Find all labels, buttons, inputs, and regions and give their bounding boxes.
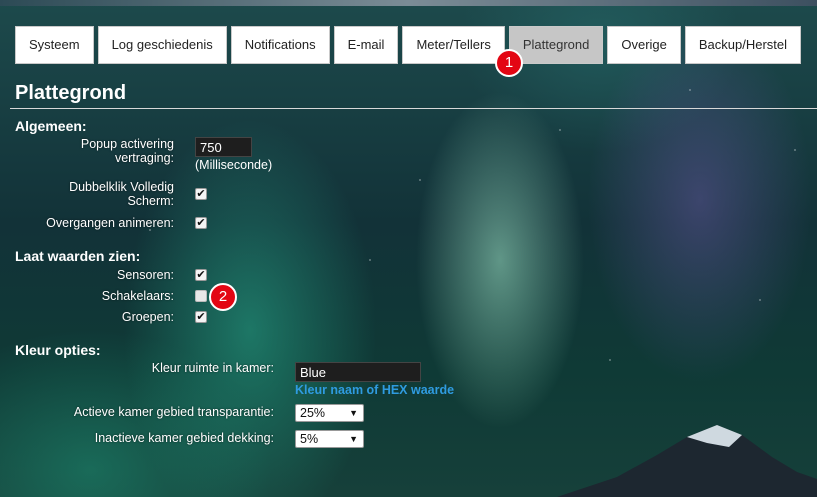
mountain-silhouette xyxy=(557,425,817,497)
section-title-color-options: Kleur opties: xyxy=(15,342,101,358)
groups-label: Groepen: xyxy=(121,310,174,324)
popup-delay-label: Popup activering vertraging: xyxy=(80,137,174,165)
title-divider xyxy=(10,108,817,109)
popup-delay-unit: (Milliseconde) xyxy=(195,158,273,172)
room-color-hint: Kleur naam of HEX waarde xyxy=(295,383,455,397)
switches-label: Schakelaars: xyxy=(101,289,174,303)
tab-log-geschiedenis[interactable]: Log geschiedenis xyxy=(97,26,227,64)
sensors-checkbox[interactable]: ✔ xyxy=(195,269,207,281)
tab-meter-tellers[interactable]: Meter/Tellers xyxy=(402,26,505,64)
tab-notifications[interactable]: Notifications xyxy=(230,26,330,64)
tab-systeem[interactable]: Systeem xyxy=(15,26,94,64)
dropdown-arrow-icon: ▼ xyxy=(349,434,358,444)
tab-backup-herstel[interactable]: Backup/Herstel xyxy=(684,26,802,64)
active-transparency-label: Actieve kamer gebied transparantie: xyxy=(73,405,274,419)
dropdown-arrow-icon: ▼ xyxy=(349,408,358,418)
room-color-input[interactable] xyxy=(295,362,421,382)
animate-transitions-label: Overgangen animeren: xyxy=(46,216,174,230)
fullscreen-dblclick-label: Dubbelklik Volledig Scherm: xyxy=(69,180,174,208)
annotation-badge-2: 2 xyxy=(209,283,237,311)
room-color-label: Kleur ruimte in kamer: xyxy=(151,361,274,375)
window-top-strip xyxy=(0,0,817,6)
groups-checkbox[interactable]: ✔ xyxy=(195,311,207,323)
switches-checkbox[interactable] xyxy=(195,290,207,302)
sensors-label: Sensoren: xyxy=(117,268,174,282)
popup-delay-input[interactable] xyxy=(195,137,252,157)
section-title-general: Algemeen: xyxy=(15,118,87,134)
inactive-coverage-select[interactable]: 5% ▼ xyxy=(295,430,364,448)
tab-plattegrond[interactable]: Plattegrond xyxy=(508,26,604,64)
page-title: Plattegrond xyxy=(15,82,127,104)
tab-overige[interactable]: Overige xyxy=(607,26,681,64)
settings-tab-bar: Systeem Log geschiedenis Notifications E… xyxy=(15,26,802,64)
inactive-coverage-label: Inactieve kamer gebied dekking: xyxy=(94,431,274,445)
annotation-badge-1: 1 xyxy=(495,49,523,77)
fullscreen-dblclick-checkbox[interactable]: ✔ xyxy=(195,188,207,200)
tab-email[interactable]: E-mail xyxy=(333,26,399,64)
active-transparency-select[interactable]: 25% ▼ xyxy=(295,404,364,422)
section-title-show-values: Laat waarden zien: xyxy=(15,248,141,264)
animate-transitions-checkbox[interactable]: ✔ xyxy=(195,217,207,229)
